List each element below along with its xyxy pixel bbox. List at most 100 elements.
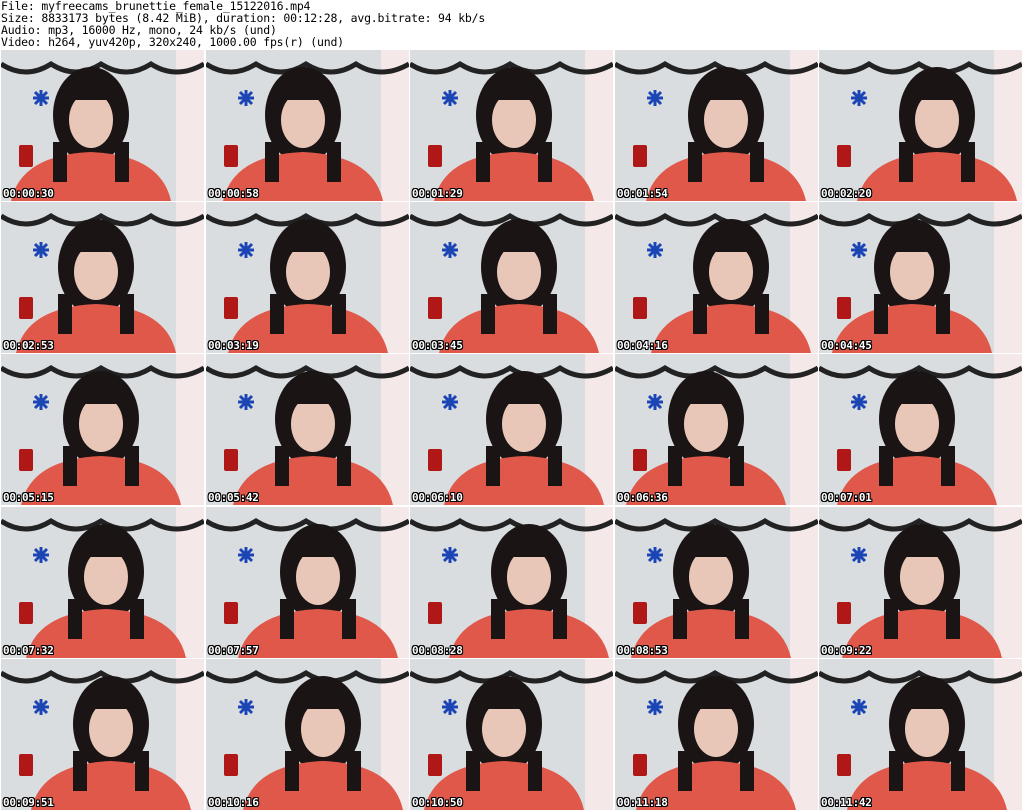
frame-illustration [1, 50, 204, 201]
snowflake-icon [647, 394, 663, 410]
frame-timestamp: 00:09:51 [3, 796, 54, 809]
frame-timestamp: 00:05:15 [3, 491, 54, 504]
thumbnail-grid: 00:00:30 00:00:58 00:01:29 00:01:54 00:02:20… [0, 50, 1024, 811]
frame-timestamp: 00:03:19 [208, 339, 259, 352]
snowflake-icon [647, 242, 663, 258]
frame-timestamp: 00:08:53 [617, 644, 668, 657]
video-frame-thumbnail[interactable]: 00:08:28 [410, 507, 613, 658]
video-frame-thumbnail[interactable]: 00:01:29 [410, 50, 613, 201]
frame-timestamp: 00:11:42 [821, 796, 872, 809]
frame-timestamp: 00:09:22 [821, 644, 872, 657]
video-frame-thumbnail[interactable]: 00:00:58 [206, 50, 409, 201]
video-frame-thumbnail[interactable]: 00:03:45 [410, 202, 613, 353]
snowflake-icon [33, 547, 49, 563]
frame-timestamp: 00:07:57 [208, 644, 259, 657]
snowflake-icon [33, 394, 49, 410]
frame-illustration [1, 354, 204, 505]
snowflake-icon [442, 242, 458, 258]
frame-illustration [819, 659, 1022, 810]
video-frame-thumbnail[interactable]: 00:02:53 [1, 202, 204, 353]
frame-timestamp: 00:05:42 [208, 491, 259, 504]
snowflake-icon [238, 394, 254, 410]
frame-timestamp: 00:11:18 [617, 796, 668, 809]
frame-illustration [615, 50, 818, 201]
frame-illustration [615, 507, 818, 658]
frame-timestamp: 00:07:01 [821, 491, 872, 504]
snowflake-icon [851, 699, 867, 715]
frame-timestamp: 00:04:16 [617, 339, 668, 352]
frame-illustration [410, 202, 613, 353]
snowflake-icon [647, 699, 663, 715]
video-frame-thumbnail[interactable]: 00:04:16 [615, 202, 818, 353]
video-frame-thumbnail[interactable]: 00:07:32 [1, 507, 204, 658]
video-frame-thumbnail[interactable]: 00:03:19 [206, 202, 409, 353]
snowflake-icon [647, 547, 663, 563]
video-frame-thumbnail[interactable]: 00:04:45 [819, 202, 1022, 353]
snowflake-icon [238, 90, 254, 106]
snowflake-icon [238, 699, 254, 715]
frame-timestamp: 00:07:32 [3, 644, 54, 657]
snowflake-icon [238, 547, 254, 563]
frame-illustration [819, 202, 1022, 353]
video-frame-thumbnail[interactable]: 00:09:22 [819, 507, 1022, 658]
frame-illustration [206, 507, 409, 658]
frame-timestamp: 00:10:16 [208, 796, 259, 809]
video-frame-thumbnail[interactable]: 00:05:42 [206, 354, 409, 505]
frame-timestamp: 00:06:10 [412, 491, 463, 504]
frame-illustration [819, 354, 1022, 505]
video-frame-thumbnail[interactable]: 00:07:01 [819, 354, 1022, 505]
frame-illustration [410, 507, 613, 658]
video-frame-thumbnail[interactable]: 00:10:50 [410, 659, 613, 810]
snowflake-icon [442, 394, 458, 410]
video-frame-thumbnail[interactable]: 00:09:51 [1, 659, 204, 810]
snowflake-icon [33, 699, 49, 715]
frame-illustration [1, 507, 204, 658]
snowflake-icon [851, 547, 867, 563]
snowflake-icon [851, 394, 867, 410]
frame-illustration [615, 354, 818, 505]
frame-illustration [1, 202, 204, 353]
frame-timestamp: 00:04:45 [821, 339, 872, 352]
frame-illustration [410, 354, 613, 505]
video-frame-thumbnail[interactable]: 00:07:57 [206, 507, 409, 658]
snowflake-icon [33, 90, 49, 106]
frame-timestamp: 00:06:36 [617, 491, 668, 504]
snowflake-icon [647, 90, 663, 106]
frame-illustration [206, 354, 409, 505]
frame-timestamp: 00:00:30 [3, 187, 54, 200]
video-frame-thumbnail[interactable]: 00:10:16 [206, 659, 409, 810]
frame-timestamp: 00:02:20 [821, 187, 872, 200]
snowflake-icon [442, 699, 458, 715]
video-frame-thumbnail[interactable]: 00:11:42 [819, 659, 1022, 810]
video-info-line: Video: h264, yuv420p, 320x240, 1000.00 f… [1, 35, 344, 49]
video-frame-thumbnail[interactable]: 00:06:10 [410, 354, 613, 505]
frame-illustration [615, 659, 818, 810]
snowflake-icon [33, 242, 49, 258]
snowflake-icon [442, 90, 458, 106]
frame-timestamp: 00:08:28 [412, 644, 463, 657]
frame-illustration [819, 507, 1022, 658]
snowflake-icon [238, 242, 254, 258]
snowflake-icon [851, 242, 867, 258]
frame-illustration [410, 659, 613, 810]
video-frame-thumbnail[interactable]: 00:02:20 [819, 50, 1022, 201]
video-frame-thumbnail[interactable]: 00:00:30 [1, 50, 204, 201]
frame-illustration [819, 50, 1022, 201]
video-frame-thumbnail[interactable]: 00:11:18 [615, 659, 818, 810]
frame-illustration [206, 202, 409, 353]
frame-illustration [615, 202, 818, 353]
frame-timestamp: 00:01:29 [412, 187, 463, 200]
frame-illustration [410, 50, 613, 201]
video-frame-thumbnail[interactable]: 00:01:54 [615, 50, 818, 201]
snowflake-icon [851, 90, 867, 106]
frame-timestamp: 00:01:54 [617, 187, 668, 200]
video-info-header: File: myfreecams_brunettie_female_151220… [0, 0, 1024, 50]
video-frame-thumbnail[interactable]: 00:06:36 [615, 354, 818, 505]
frame-timestamp: 00:10:50 [412, 796, 463, 809]
frame-timestamp: 00:03:45 [412, 339, 463, 352]
frame-illustration [206, 659, 409, 810]
video-frame-thumbnail[interactable]: 00:05:15 [1, 354, 204, 505]
frame-illustration [206, 50, 409, 201]
frame-timestamp: 00:00:58 [208, 187, 259, 200]
video-frame-thumbnail[interactable]: 00:08:53 [615, 507, 818, 658]
